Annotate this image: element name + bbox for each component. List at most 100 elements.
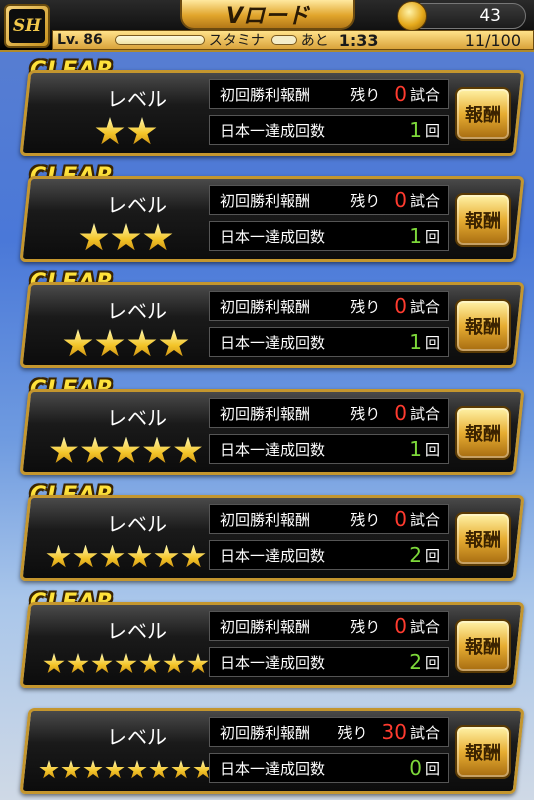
first-win-label: 初回勝利報酬 [220,510,311,529]
japan-no1-row: 日本一達成回数 1 回 [209,327,449,357]
times-unit: 回 [424,759,440,778]
times-unit: 回 [424,546,440,565]
japan-no1-row: 日本一達成回数 1 回 [209,434,449,464]
level-label: レベル [107,406,167,430]
star-icon [67,653,89,675]
stage-card[interactable]: レベル 初回勝利報酬 残り 0 試合 日本一達成回数 2 回 報酬 [19,602,525,688]
stage-card[interactable]: レベル 初回勝利報酬 残り 30 試合 日本一達成回数 0 回 報酬 [19,708,525,794]
remaining-count: 0 [394,614,407,638]
difficulty-stars [31,436,221,466]
achieved-count: 2 [409,650,422,674]
star-icon [111,223,141,253]
difficulty-stars [31,117,221,147]
star-icon [127,760,147,780]
matches-unit: 試合 [409,85,440,104]
first-win-label: 初回勝利報酬 [220,85,311,104]
star-icon [163,653,185,675]
star-icon [112,437,141,466]
first-win-label: 初回勝利報酬 [220,297,311,316]
star-icon [127,329,157,359]
stamina-recovery-time: 1:33 [338,30,379,50]
stage-card[interactable]: レベル 初回勝利報酬 残り 0 試合 日本一達成回数 1 回 報酬 [19,176,525,262]
achieved-count: 0 [409,756,422,780]
japan-no1-label: 日本一達成回数 [220,121,326,140]
star-icon [81,437,110,466]
star-icon [100,545,125,570]
first-win-reward-row: 初回勝利報酬 残り 0 試合 [209,504,449,534]
star-icon [115,653,137,675]
remaining-count: 0 [394,188,407,212]
status-bar: Lv. 86 スタミナ あと 1:33 11/100 [52,30,534,50]
first-win-reward-row: 初回勝利報酬 残り 0 試合 [209,611,449,641]
stage-card[interactable]: レベル 初回勝利報酬 残り 0 試合 日本一達成回数 1 回 報酬 [19,282,525,368]
reward-button[interactable]: 報酬 [455,725,511,779]
star-icon [127,545,152,570]
reward-button[interactable]: 報酬 [455,619,511,673]
stamina-bar [270,35,297,45]
matches-unit: 試合 [409,297,440,316]
team-logo[interactable]: SH [4,4,50,48]
matches-unit: 試合 [409,617,440,636]
first-win-label: 初回勝利報酬 [220,723,311,742]
achieved-count: 2 [409,543,422,567]
japan-no1-row: 日本一達成回数 2 回 [209,647,449,677]
star-icon [39,760,59,780]
star-icon [63,329,93,359]
star-icon [95,117,125,147]
reward-button[interactable]: 報酬 [455,406,511,460]
star-icon [43,653,65,675]
star-icon [50,437,79,466]
remaining-count: 0 [394,401,407,425]
star-icon [95,329,125,359]
team-logo-text: SH [9,9,45,43]
stamina-label: スタミナ [208,33,265,49]
star-icon [174,437,203,466]
remaining-label: 残り [350,510,381,529]
japan-no1-row: 日本一達成回数 2 回 [209,540,449,570]
difficulty-stars [31,329,221,359]
first-win-reward-row: 初回勝利報酬 残り 0 試合 [209,398,449,428]
times-unit: 回 [424,227,440,246]
reward-button[interactable]: 報酬 [455,193,511,247]
top-header: SH Vロード 43 Lv. 86 スタミナ あと 1:33 11/100 [0,0,534,52]
level-label: レベル [107,619,167,643]
level-prefix: Lv. [57,32,80,48]
star-icon [159,329,189,359]
star-icon [83,760,103,780]
level-label: レベル [107,87,167,111]
japan-no1-label: 日本一達成回数 [220,653,326,672]
level-label: レベル [107,299,167,323]
remaining-label: 残り [350,404,381,423]
remaining-count: 0 [394,82,407,106]
stage-card[interactable]: レベル 初回勝利報酬 残り 0 試合 日本一達成回数 1 回 報酬 [19,70,525,156]
japan-no1-label: 日本一達成回数 [220,546,326,565]
star-icon [91,653,113,675]
japan-no1-row: 日本一達成回数 1 回 [209,221,449,251]
times-unit: 回 [424,440,440,459]
star-icon [61,760,81,780]
coin-counter[interactable]: 43 [397,1,526,31]
star-icon [149,760,169,780]
remaining-count: 0 [394,294,407,318]
difficulty-stars [31,542,221,572]
stage-card[interactable]: レベル 初回勝利報酬 残り 0 試合 日本一達成回数 1 回 報酬 [19,389,525,475]
achieved-count: 1 [409,437,422,461]
level-label: レベル [107,725,167,749]
reward-button[interactable]: 報酬 [455,299,511,353]
star-icon [181,545,206,570]
japan-no1-label: 日本一達成回数 [220,759,326,778]
reward-button[interactable]: 報酬 [455,512,511,566]
achieved-count: 1 [409,118,422,142]
stamina-value: 11/100 [464,30,521,50]
remaining-label: 残り [350,617,381,636]
level-label: レベル [107,512,167,536]
reward-button[interactable]: 報酬 [455,87,511,141]
star-icon [143,223,173,253]
first-win-reward-row: 初回勝利報酬 残り 0 試合 [209,291,449,321]
remaining-label: 残り [350,85,381,104]
stage-card[interactable]: レベル 初回勝利報酬 残り 0 試合 日本一達成回数 2 回 報酬 [19,495,525,581]
page-title: Vロード [180,0,355,30]
star-icon [46,545,71,570]
difficulty-stars [31,755,221,785]
japan-no1-label: 日本一達成回数 [220,227,326,246]
